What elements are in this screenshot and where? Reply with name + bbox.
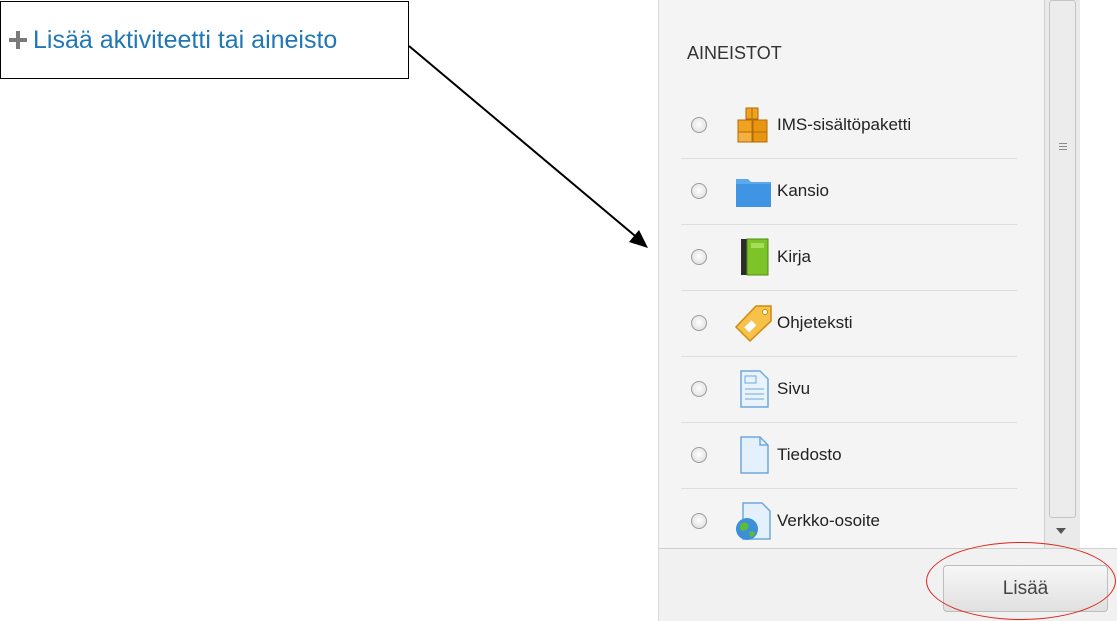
option-label: IMS-sisältöpaketti	[777, 115, 912, 134]
option-label: Tiedosto	[777, 445, 842, 464]
radio-button[interactable]	[691, 447, 707, 463]
option-label: Sivu	[777, 379, 811, 398]
scroll-thumb[interactable]	[1049, 0, 1076, 518]
option-file[interactable]: Tiedosto	[681, 422, 1017, 489]
folder-icon	[736, 179, 771, 207]
option-label: Kansio	[777, 181, 829, 200]
section-title: AINEISTOT	[687, 43, 782, 63]
add-activity-callout: Lisää aktiviteetti tai aineisto	[0, 1, 409, 79]
add-button[interactable]: Lisää	[943, 565, 1108, 612]
ims-package-icon	[737, 107, 768, 143]
option-label: Kirja	[777, 247, 812, 266]
add-activity-link[interactable]: Lisää aktiviteetti tai aineisto	[33, 26, 337, 55]
book-icon	[741, 238, 769, 276]
label-tag-icon	[734, 305, 772, 343]
option-url[interactable]: Verkko-osoite	[681, 488, 1017, 554]
option-page[interactable]: Sivu	[681, 356, 1017, 423]
scroll-grip-icon	[1059, 143, 1067, 152]
option-label-text[interactable]: Ohjeteksti	[681, 290, 1017, 357]
option-folder[interactable]: Kansio	[681, 158, 1017, 225]
resource-chooser-panel: AINEISTOT IMS-sisältöpaketti Kansio Kirj…	[658, 0, 1078, 548]
radio-button[interactable]	[691, 249, 707, 265]
radio-button[interactable]	[691, 117, 707, 133]
radio-button[interactable]	[691, 315, 707, 331]
radio-button[interactable]	[691, 381, 707, 397]
url-globe-icon	[736, 502, 771, 540]
page-icon	[740, 370, 769, 408]
plus-icon	[7, 29, 29, 51]
option-book[interactable]: Kirja	[681, 224, 1017, 291]
scroll-down-arrow-icon[interactable]	[1056, 528, 1066, 534]
scrollbar[interactable]	[1044, 0, 1080, 548]
radio-button[interactable]	[691, 513, 707, 529]
radio-button[interactable]	[691, 183, 707, 199]
option-label: Verkko-osoite	[777, 511, 880, 530]
option-label: Ohjeteksti	[777, 313, 853, 332]
file-icon	[740, 436, 769, 474]
option-ims-package[interactable]: IMS-sisältöpaketti	[681, 92, 1017, 159]
